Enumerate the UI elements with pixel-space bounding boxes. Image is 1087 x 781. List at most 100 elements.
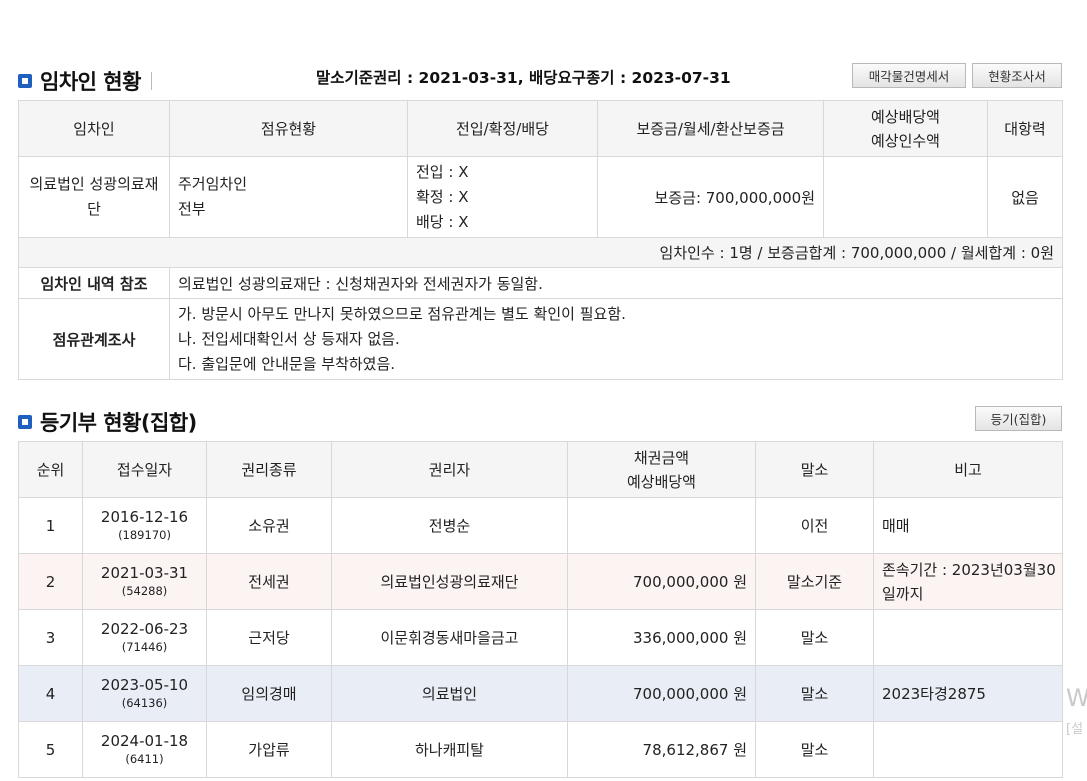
header-occupancy: 점유현황 — [169, 100, 408, 157]
receipt-number: (71446) — [121, 639, 168, 654]
registry-row: 1 2016-12-16 (189170) 소유권 전병순 이전 매매 — [18, 497, 1063, 554]
header-receipt-date: 접수일자 — [82, 441, 207, 498]
amount: 336,000,000 원 — [567, 609, 756, 666]
tenant-note-label: 임차인 내역 참조 — [18, 267, 170, 299]
cancel-status: 말소 — [755, 665, 874, 722]
note-line: 매매 — [882, 516, 910, 535]
dividend-status: 배당 : X — [416, 212, 469, 231]
occupancy-part: 전부 — [178, 200, 206, 218]
amount — [567, 497, 756, 554]
receipt-number: (64136) — [121, 695, 168, 710]
right-holder: 전병순 — [331, 497, 568, 554]
note — [873, 609, 1063, 666]
tenant-opposition: 없음 — [987, 156, 1063, 238]
right-type: 전세권 — [206, 553, 332, 610]
receipt-date: 2016-12-16 (189170) — [82, 497, 207, 554]
date: 2023-05-10 — [100, 675, 189, 694]
header-note: 비고 — [873, 441, 1063, 498]
section-bullet-icon — [18, 415, 32, 429]
tenant-summary-row: 임차인수 : 1명 / 보증금합계 : 700,000,000 / 월세합계 :… — [18, 237, 1063, 268]
note — [873, 721, 1063, 778]
date: 2016-12-16 — [100, 507, 189, 526]
date: 2022-06-23 — [100, 619, 189, 638]
receipt-date: 2023-05-10 (64136) — [82, 665, 207, 722]
survey-text: 가. 방문시 아무도 만나지 못하였으므로 점유관계는 별도 확인이 필요함. … — [169, 298, 1063, 380]
note-line: 2023타경2875 — [882, 684, 986, 703]
section-bullet-icon — [18, 74, 32, 88]
header-opposition: 대항력 — [987, 100, 1063, 157]
cancel-status: 말소기준 — [755, 553, 874, 610]
right-holder: 의료법인성광의료재단 — [331, 553, 568, 610]
rank: 3 — [18, 609, 83, 666]
rank: 2 — [18, 553, 83, 610]
tenant-deposit: 보증금: 700,000,000원 — [597, 156, 824, 238]
receipt-date: 2024-01-18 (6411) — [82, 721, 207, 778]
move-in-status: 전입 : X — [416, 162, 469, 181]
registry-row: 2 2021-03-31 (54288) 전세권 의료법인성광의료재단 700,0… — [18, 553, 1063, 610]
tenant-note-row: 임차인 내역 참조 의료법인 성광의료재단 : 신청채권자와 전세권자가 동일함… — [18, 267, 1063, 299]
header-expected-takeover: 예상인수액 — [870, 131, 940, 150]
registry-row: 4 2023-05-10 (64136) 임의경매 의료법인 700,000,00… — [18, 665, 1063, 722]
header-amount: 채권금액 예상배당액 — [567, 441, 756, 498]
date: 2024-01-18 — [100, 731, 189, 750]
tenant-summary: 임차인수 : 1명 / 보증금합계 : 700,000,000 / 월세합계 :… — [18, 237, 1063, 268]
note-line: 존속기간 : 2023년03월30 — [882, 560, 1056, 579]
tenant-move-in: 전입 : X 확정 : X 배당 : X — [407, 156, 598, 238]
amount: 700,000,000 원 — [567, 665, 756, 722]
occupancy-type: 주거임차인 — [178, 175, 248, 193]
header-rank: 순위 — [18, 441, 83, 498]
confirm-status: 확정 : X — [416, 187, 469, 206]
header-tenant: 임차인 — [18, 100, 170, 157]
edge-overlay-text: W — [1066, 684, 1087, 712]
tenant-table-header: 임차인 점유현황 전입/확정/배당 보증금/월세/환산보증금 예상배당액 예상인… — [18, 100, 1063, 157]
rank: 5 — [18, 721, 83, 778]
cancel-status: 말소 — [755, 609, 874, 666]
receipt-number: (6411) — [125, 751, 164, 766]
sale-item-statement-button[interactable]: 매각물건명세서 — [852, 63, 966, 88]
survey-row: 점유관계조사 가. 방문시 아무도 만나지 못하였으므로 점유관계는 별도 확인… — [18, 298, 1063, 380]
right-holder: 이문휘경동새마을금고 — [331, 609, 568, 666]
survey-label: 점유관계조사 — [18, 298, 170, 380]
survey-line: 다. 출입문에 안내문을 부착하였음. — [178, 354, 396, 373]
cancel-status: 이전 — [755, 497, 874, 554]
right-type: 가압류 — [206, 721, 332, 778]
tenant-section-header: 임차인 현황 — [18, 66, 152, 96]
registry-table: 순위 접수일자 권리종류 권리자 채권금액 예상배당액 말소 비고 1 2016… — [18, 441, 1063, 778]
note: 매매 — [873, 497, 1063, 554]
registry-button[interactable]: 등기(집합) — [975, 406, 1062, 431]
registry-row: 3 2022-06-23 (71446) 근저당 이문휘경동새마을금고 336,0… — [18, 609, 1063, 666]
tenant-note-text: 의료법인 성광의료재단 : 신청채권자와 전세권자가 동일함. — [169, 267, 1063, 299]
registry-table-header: 순위 접수일자 권리종류 권리자 채권금액 예상배당액 말소 비고 — [18, 441, 1063, 498]
tenant-table: 임차인 점유현황 전입/확정/배당 보증금/월세/환산보증금 예상배당액 예상인… — [18, 100, 1063, 380]
header-deposit: 보증금/월세/환산보증금 — [597, 100, 824, 157]
tenant-row: 의료법인 성광의료재단 주거임차인 전부 전입 : X 확정 : X 배당 : … — [18, 156, 1063, 238]
tenant-occupancy: 주거임차인 전부 — [169, 156, 408, 238]
receipt-number: (54288) — [121, 583, 168, 598]
note: 2023타경2875 — [873, 665, 1063, 722]
receipt-number: (189170) — [118, 527, 171, 542]
survey-line: 가. 방문시 아무도 만나지 못하였으므로 점유관계는 별도 확인이 필요함. — [178, 304, 626, 323]
header-right-holder: 권리자 — [331, 441, 568, 498]
right-holder: 하나캐피탈 — [331, 721, 568, 778]
edge-overlay-text: [설 — [1066, 722, 1084, 737]
status-survey-button[interactable]: 현황조사서 — [972, 63, 1062, 88]
divider — [150, 72, 152, 90]
registry-section-header: 등기부 현황(집합) — [18, 407, 197, 437]
amount: 78,612,867 원 — [567, 721, 756, 778]
amount: 700,000,000 원 — [567, 553, 756, 610]
rank: 1 — [18, 497, 83, 554]
receipt-date: 2021-03-31 (54288) — [82, 553, 207, 610]
header-cancel: 말소 — [755, 441, 874, 498]
header-expected: 예상배당액 예상인수액 — [823, 100, 988, 157]
right-type: 임의경매 — [206, 665, 332, 722]
survey-line: 나. 전입세대확인서 상 등재자 없음. — [178, 329, 400, 348]
tenant-expected — [823, 156, 988, 238]
header-move-in: 전입/확정/배당 — [407, 100, 598, 157]
section-title: 등기부 현황(집합) — [40, 411, 197, 435]
registry-row: 5 2024-01-18 (6411) 가압류 하나캐피탈 78,612,867 … — [18, 721, 1063, 778]
section-title: 임차인 현황 — [40, 70, 141, 94]
receipt-date: 2022-06-23 (71446) — [82, 609, 207, 666]
header-claim-amount: 채권금액 — [633, 448, 690, 467]
header-expected-dividend: 예상배당액 — [870, 107, 940, 126]
tenant-name: 의료법인 성광의료재단 — [18, 156, 170, 238]
